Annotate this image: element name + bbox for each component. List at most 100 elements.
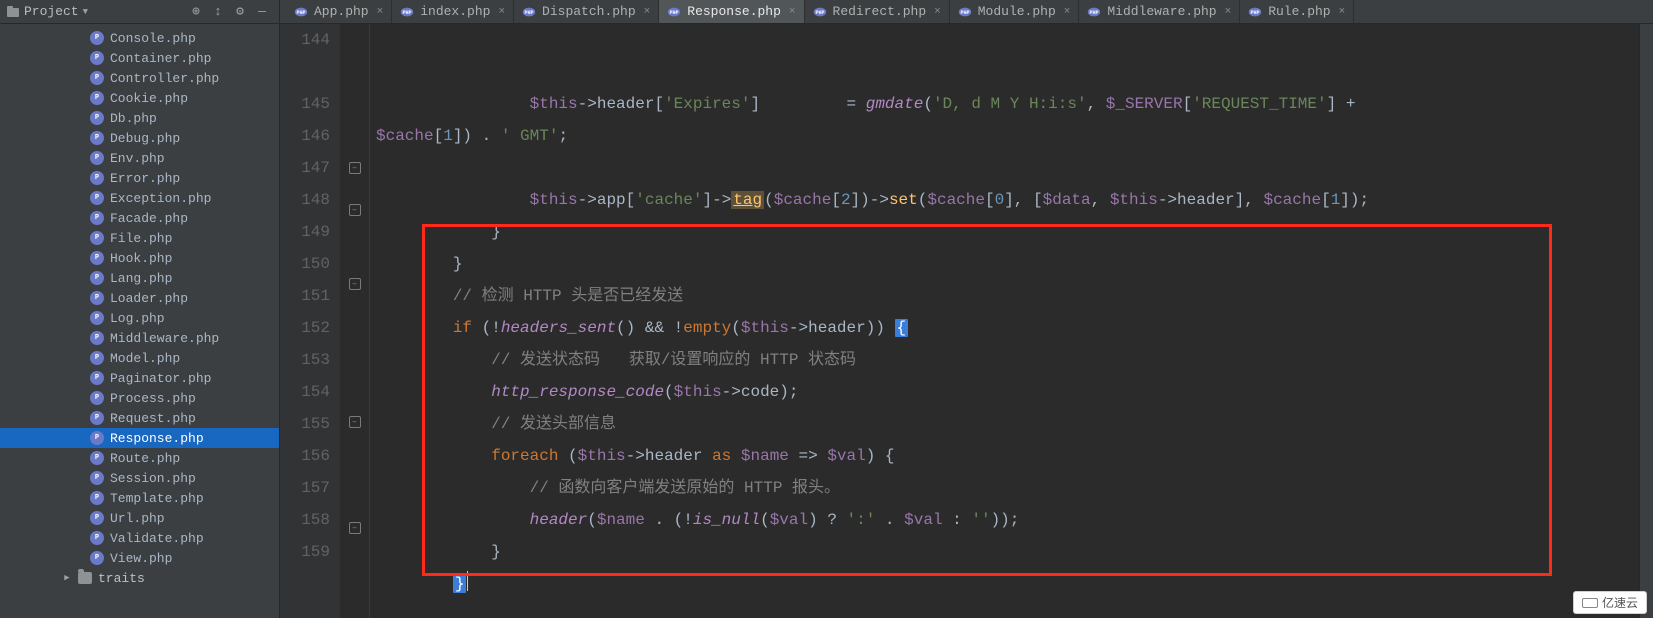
file-db-php[interactable]: PDb.php: [0, 108, 279, 128]
file-log-php[interactable]: PLog.php: [0, 308, 279, 328]
code-line[interactable]: // 发送头部信息: [370, 408, 1639, 440]
file-controller-php[interactable]: PController.php: [0, 68, 279, 88]
file-label: Url.php: [110, 511, 165, 526]
tab-module-php[interactable]: PHPModule.php×: [950, 0, 1080, 23]
close-icon[interactable]: ×: [934, 6, 941, 18]
close-icon[interactable]: ×: [1064, 6, 1071, 18]
fold-column[interactable]: – – – – –: [340, 24, 370, 618]
gear-icon[interactable]: ⚙: [229, 4, 251, 19]
line-number: 154: [280, 376, 330, 408]
code-line[interactable]: $this->header['Expires'] = gmdate('D, d …: [370, 88, 1639, 120]
tab-index-php[interactable]: PHPindex.php×: [392, 0, 514, 23]
fold-toggle-icon[interactable]: –: [349, 278, 361, 290]
file-paginator-php[interactable]: PPaginator.php: [0, 368, 279, 388]
php-file-icon: PHP: [522, 5, 536, 19]
tab-middleware-php[interactable]: PHPMiddleware.php×: [1079, 0, 1240, 23]
fold-toggle-icon[interactable]: –: [349, 162, 361, 174]
code-line[interactable]: }: [370, 248, 1639, 280]
file-exception-php[interactable]: PException.php: [0, 188, 279, 208]
fold-toggle-icon[interactable]: –: [349, 416, 361, 428]
code-editor[interactable]: 1441451461471481491501511521531541551561…: [280, 24, 1653, 618]
line-number: 149: [280, 216, 330, 248]
file-error-php[interactable]: PError.php: [0, 168, 279, 188]
project-icon: [6, 5, 20, 19]
code-line[interactable]: header($name . (!is_null($val) ? ':' . $…: [370, 504, 1639, 536]
code-line[interactable]: http_response_code($this->code);: [370, 376, 1639, 408]
php-file-icon: P: [90, 391, 104, 405]
close-icon[interactable]: ×: [1339, 6, 1346, 18]
tab-app-php[interactable]: PHPApp.php×: [286, 0, 392, 23]
file-label: Env.php: [110, 151, 165, 166]
code-line[interactable]: if (!headers_sent() && !empty($this->hea…: [370, 312, 1639, 344]
fold-toggle-icon[interactable]: –: [349, 522, 361, 534]
php-file-icon: P: [90, 411, 104, 425]
php-file-icon: P: [90, 271, 104, 285]
file-url-php[interactable]: PUrl.php: [0, 508, 279, 528]
tab-redirect-php[interactable]: PHPRedirect.php×: [805, 0, 950, 23]
line-number: 151: [280, 280, 330, 312]
file-request-php[interactable]: P Request.php: [0, 408, 279, 428]
close-icon[interactable]: ×: [498, 6, 505, 18]
file-view-php[interactable]: PView.php: [0, 548, 279, 568]
file-middleware-php[interactable]: PMiddleware.php: [0, 328, 279, 348]
code-line[interactable]: [370, 600, 1639, 618]
file-process-php[interactable]: P Process.php: [0, 388, 279, 408]
line-number: 158: [280, 504, 330, 536]
code-line[interactable]: // 函数向客户端发送原始的 HTTP 报头。: [370, 472, 1639, 504]
file-lang-php[interactable]: PLang.php: [0, 268, 279, 288]
php-file-icon: PHP: [958, 5, 972, 19]
file-route-php[interactable]: P Route.php: [0, 448, 279, 468]
hide-tool-window-icon[interactable]: —: [251, 4, 273, 19]
code-line[interactable]: }: [370, 536, 1639, 568]
file-label: Middleware.php: [110, 331, 219, 346]
code-line[interactable]: // 检测 HTTP 头是否已经发送: [370, 280, 1639, 312]
editor-scrollbar[interactable]: [1639, 24, 1653, 618]
code-line[interactable]: }: [370, 568, 1639, 600]
file-label: Console.php: [110, 31, 196, 46]
close-icon[interactable]: ×: [1225, 6, 1232, 18]
file-template-php[interactable]: PTemplate.php: [0, 488, 279, 508]
file-label: Route.php: [110, 451, 180, 466]
file-model-php[interactable]: PModel.php: [0, 348, 279, 368]
code-line[interactable]: }: [370, 216, 1639, 248]
close-icon[interactable]: ×: [644, 6, 651, 18]
file-validate-php[interactable]: PValidate.php: [0, 528, 279, 548]
file-label: Db.php: [110, 111, 157, 126]
file-hook-php[interactable]: PHook.php: [0, 248, 279, 268]
collapse-icon[interactable]: ↕: [207, 4, 229, 19]
file-console-php[interactable]: PConsole.php: [0, 28, 279, 48]
project-tool-window-header[interactable]: Project ▼ ⊕ ↕ ⚙ —: [0, 0, 280, 23]
file-label: Cookie.php: [110, 91, 188, 106]
file-file-php[interactable]: PFile.php: [0, 228, 279, 248]
php-file-icon: P: [90, 71, 104, 85]
file-label: Request.php: [110, 411, 196, 426]
code-area[interactable]: $this->header['Expires'] = gmdate('D, d …: [370, 24, 1639, 618]
locate-icon[interactable]: ⊕: [185, 4, 207, 19]
code-line[interactable]: // 发送状态码 获取/设置响应的 HTTP 状态码: [370, 344, 1639, 376]
file-session-php[interactable]: PSession.php: [0, 468, 279, 488]
svg-text:PHP: PHP: [815, 10, 824, 16]
code-line[interactable]: foreach ($this->header as $name => $val)…: [370, 440, 1639, 472]
tab-dispatch-php[interactable]: PHPDispatch.php×: [514, 0, 659, 23]
tab-rule-php[interactable]: PHPRule.php×: [1240, 0, 1354, 23]
file-label: Process.php: [110, 391, 196, 406]
file-debug-php[interactable]: PDebug.php: [0, 128, 279, 148]
file-label: View.php: [110, 551, 172, 566]
close-icon[interactable]: ×: [789, 6, 796, 18]
file-response-php[interactable]: PResponse.php: [0, 428, 279, 448]
file-facade-php[interactable]: PFacade.php: [0, 208, 279, 228]
fold-toggle-icon[interactable]: –: [349, 204, 361, 216]
code-line[interactable]: $this->app['cache']->tag($cache[2])->set…: [370, 184, 1639, 216]
file-tree[interactable]: PConsole.phpPContainer.phpPController.ph…: [0, 24, 279, 592]
code-line[interactable]: $cache[1]) . ' GMT';: [370, 120, 1639, 152]
file-loader-php[interactable]: PLoader.php: [0, 288, 279, 308]
project-sidebar[interactable]: PConsole.phpPContainer.phpPController.ph…: [0, 24, 280, 618]
code-line[interactable]: [370, 152, 1639, 184]
file-cookie-php[interactable]: PCookie.php: [0, 88, 279, 108]
php-file-icon: P: [90, 451, 104, 465]
close-icon[interactable]: ×: [377, 6, 384, 18]
file-env-php[interactable]: PEnv.php: [0, 148, 279, 168]
tab-response-php[interactable]: PHPResponse.php×: [659, 0, 804, 23]
file-container-php[interactable]: PContainer.php: [0, 48, 279, 68]
folder-traits[interactable]: ▶traits: [0, 568, 279, 588]
